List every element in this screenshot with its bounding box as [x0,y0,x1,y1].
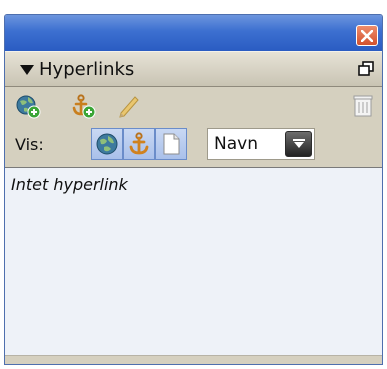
filter-page-button[interactable] [155,128,187,160]
hyperlinks-panel: Hyperlinks Vis: Navn Intet hyperlink [4,14,383,365]
panel-menu-icon[interactable] [358,61,374,77]
filter-anchor-button[interactable] [123,128,155,160]
panel-bottom-bar [5,355,382,364]
hyperlink-list-header: Intet hyperlink [5,167,382,196]
empty-list-message: Intet hyperlink [11,175,128,194]
view-filter-row: Vis: Navn [5,123,382,167]
panel-toolbar [5,87,382,123]
pencil-icon[interactable] [115,93,141,119]
hyperlink-list[interactable] [5,195,382,364]
title-bar[interactable] [5,15,382,51]
anchor-add-icon[interactable] [70,93,96,119]
page-icon [163,133,180,155]
globe-add-icon[interactable] [15,93,41,119]
chevron-down-icon [293,139,305,148]
sort-value: Navn [214,134,258,154]
close-icon [361,30,373,42]
sort-dropdown[interactable]: Navn [207,128,315,160]
filter-globe-button[interactable] [91,128,123,160]
close-button[interactable] [356,25,378,46]
view-label: Vis: [15,135,44,154]
trash-icon[interactable] [352,93,374,119]
panel-tab[interactable]: Hyperlinks [5,51,382,87]
panel-title: Hyperlinks [39,59,135,80]
anchor-icon [129,132,149,155]
collapse-triangle-icon[interactable] [19,64,35,76]
globe-icon [96,133,118,155]
dropdown-button[interactable] [285,131,312,157]
